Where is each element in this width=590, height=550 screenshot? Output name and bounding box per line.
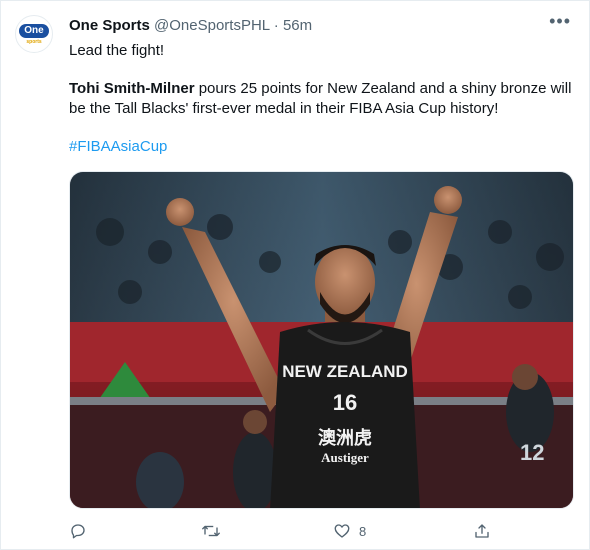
avatar-logo: One [19, 23, 49, 38]
share-icon [475, 524, 489, 538]
basketball-photo: 12 NEW ZEALAND 16 澳洲虎 Austiger [70, 172, 573, 508]
tweet-timestamp[interactable]: 56m [283, 17, 312, 34]
tweet-line-1: Lead the fight! [69, 42, 165, 59]
separator: · [273, 17, 279, 34]
account-name[interactable]: One Sports [69, 17, 150, 34]
hashtag-link[interactable]: #FIBAAsiaCup [69, 138, 167, 155]
heart-icon [334, 524, 350, 538]
reply-button[interactable] [69, 519, 87, 543]
like-button[interactable]: 8 [333, 519, 366, 543]
avatar-sub: sports [26, 38, 42, 45]
tweet-body: Lead the fight! Tohi Smith-Milner pours … [69, 41, 574, 175]
jersey-number: 16 [333, 390, 357, 415]
jersey-sponsor-chinese: 澳洲虎 [318, 427, 372, 449]
background-player-number: 12 [520, 440, 544, 465]
tweet-photo[interactable]: 12 NEW ZEALAND 16 澳洲虎 Austiger [69, 171, 574, 509]
jersey-team-text: NEW ZEALAND [282, 362, 408, 381]
jersey-sponsor: Austiger [321, 450, 369, 465]
tweet-line-2: Tohi Smith-Milner pours 25 points for Ne… [69, 79, 574, 119]
account-handle[interactable]: @OneSportsPHL [154, 17, 270, 34]
reply-icon [71, 524, 85, 539]
player-name: Tohi Smith-Milner [69, 80, 195, 97]
tweet-card[interactable]: One sports One Sports @OneSportsPHL · 56… [0, 0, 590, 550]
tweet-line-3: #FIBAAsiaCup [69, 137, 574, 157]
tweet-actions: 8 [69, 519, 509, 543]
more-options-icon[interactable]: ••• [549, 11, 571, 32]
retweet-icon [202, 525, 220, 537]
tweet-header: One Sports @OneSportsPHL · 56m [69, 17, 549, 34]
share-button[interactable] [473, 519, 491, 543]
retweet-button[interactable] [201, 519, 221, 543]
like-count: 8 [359, 523, 367, 539]
avatar[interactable]: One sports [15, 15, 53, 53]
